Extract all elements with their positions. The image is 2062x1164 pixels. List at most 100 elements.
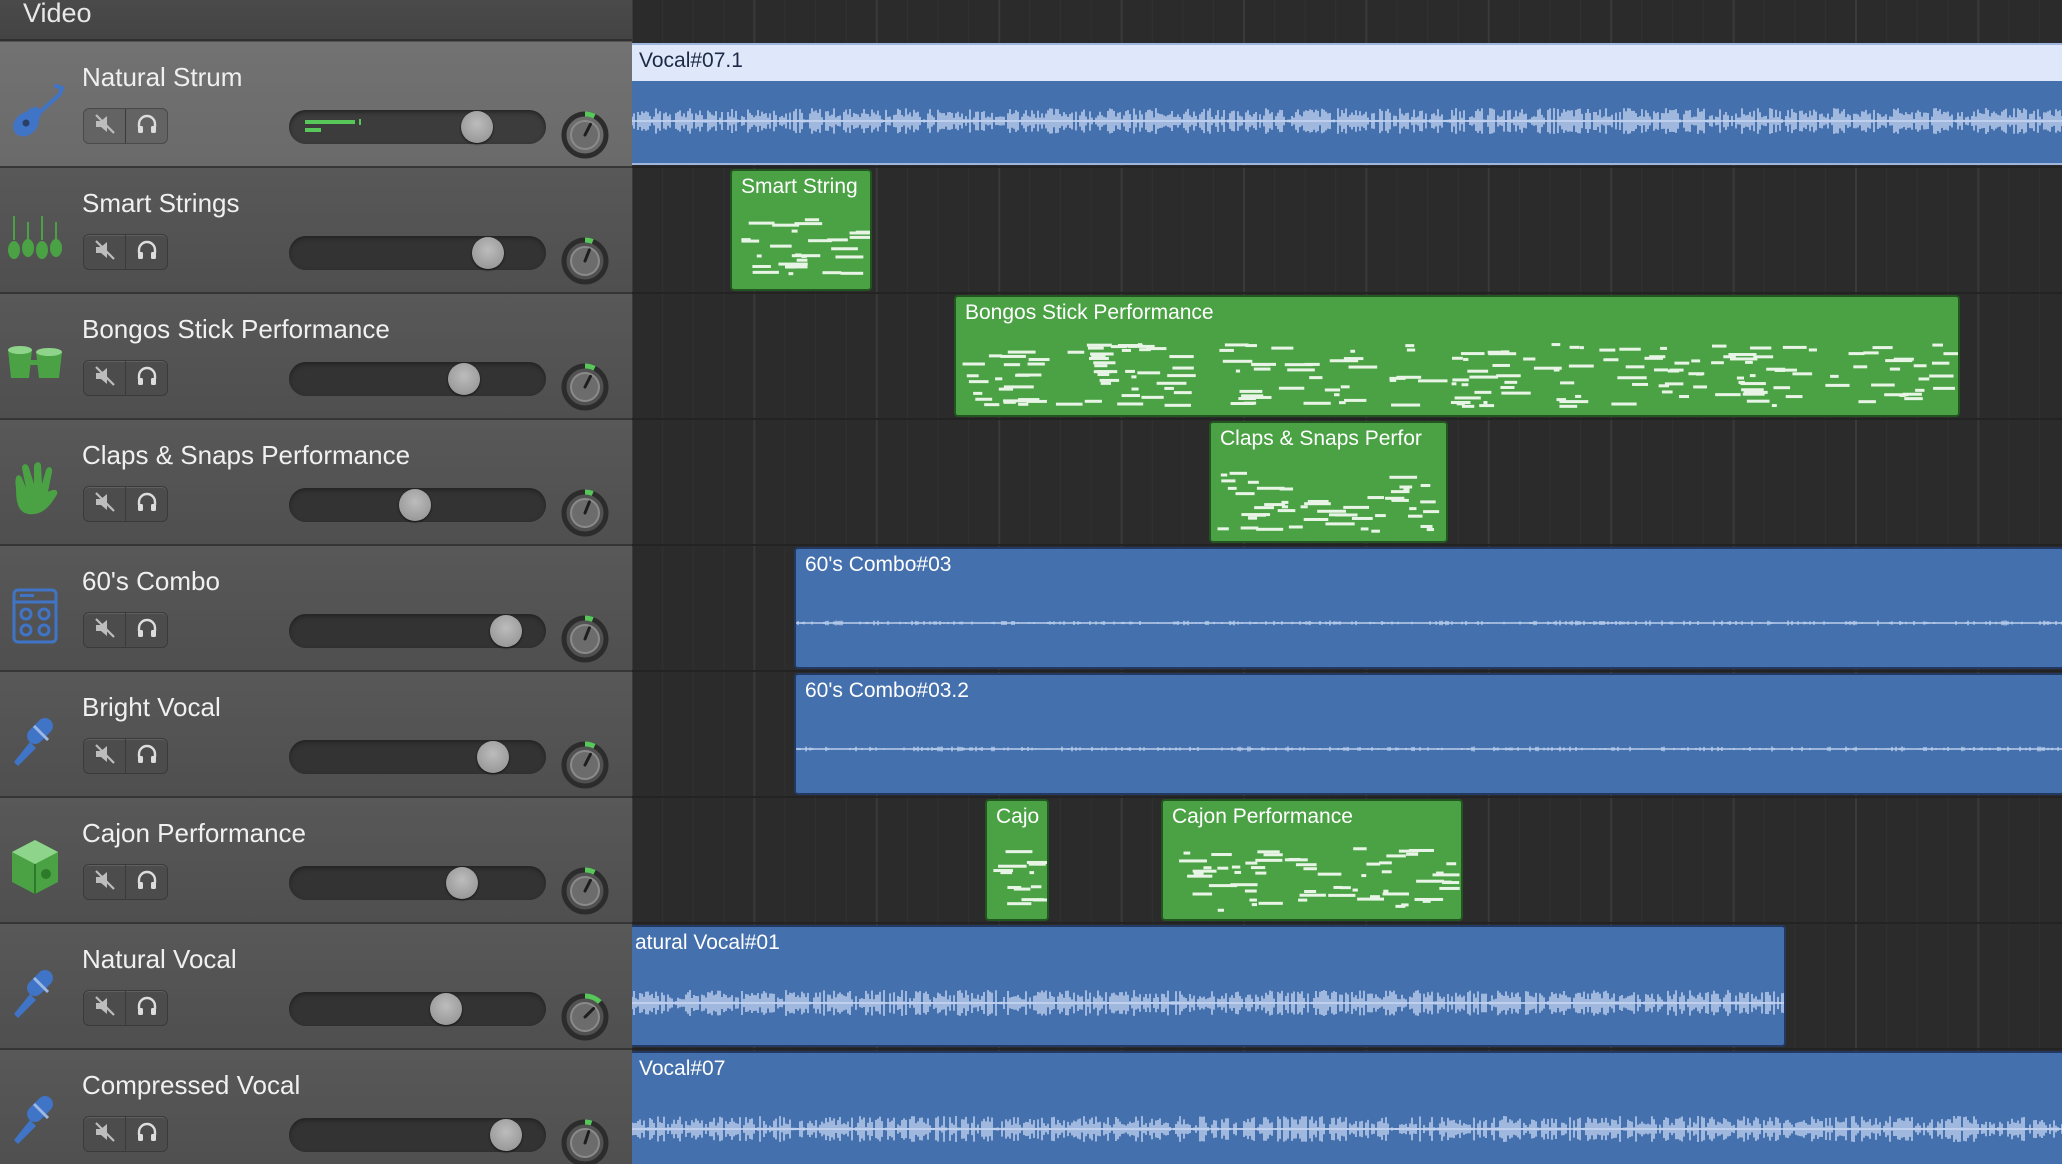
volume-slider[interactable] (289, 362, 546, 396)
solo-button[interactable] (126, 991, 168, 1025)
track-header[interactable]: Bongos Stick Performance (0, 294, 632, 420)
volume-slider[interactable] (289, 110, 546, 144)
mute-button[interactable] (84, 613, 126, 647)
volume-knob[interactable] (489, 1119, 522, 1151)
pan-knob[interactable] (560, 1118, 610, 1164)
solo-button[interactable] (126, 361, 168, 395)
headphones-icon (135, 616, 159, 645)
track-header[interactable]: 60's Combo (0, 546, 632, 672)
speaker-mute-icon (93, 616, 117, 645)
track-header[interactable]: Compressed Vocal (0, 1050, 632, 1164)
track-header[interactable]: Claps & Snaps Performance (0, 420, 632, 546)
video-track-label: Video (23, 0, 92, 28)
headphones-icon (135, 238, 159, 267)
pan-knob[interactable] (560, 488, 610, 538)
volume-knob[interactable] (399, 489, 432, 521)
mute-button[interactable] (84, 739, 126, 773)
mute-solo-group (83, 612, 168, 648)
waveform (796, 746, 2062, 752)
microphone-icon (4, 710, 66, 772)
region-label: Cajo (996, 805, 1040, 828)
mute-button[interactable] (84, 991, 126, 1025)
waveform (632, 990, 1784, 1016)
track-header[interactable]: Natural Vocal (0, 924, 632, 1050)
pan-knob[interactable] (560, 992, 610, 1042)
track-header[interactable]: Cajon Performance (0, 798, 632, 924)
solo-button[interactable] (126, 487, 168, 521)
speaker-mute-icon (93, 742, 117, 771)
volume-knob[interactable] (447, 363, 480, 395)
track-name: Natural Vocal (82, 944, 237, 974)
solo-button[interactable] (126, 1117, 168, 1151)
midi-region[interactable]: Bongos Stick Performance (954, 295, 1960, 417)
mute-button[interactable] (84, 487, 126, 521)
midi-region[interactable]: Cajon Performance (1161, 799, 1463, 921)
volume-slider[interactable] (289, 866, 546, 900)
mute-solo-group (83, 1116, 168, 1152)
audio-region[interactable]: Vocal#07 (632, 1051, 2062, 1164)
audio-region[interactable]: 60's Combo#03.2 (794, 673, 2062, 795)
volume-slider[interactable] (289, 236, 546, 270)
speaker-mute-icon (93, 238, 117, 267)
speaker-mute-icon (93, 364, 117, 393)
audio-region[interactable]: 60's Combo#03 (794, 547, 2062, 669)
clapping-hand-icon (4, 458, 66, 520)
track-name: Smart Strings (82, 188, 240, 218)
audio-region[interactable]: atural Vocal#01 (632, 925, 1786, 1047)
volume-knob[interactable] (476, 741, 509, 773)
audio-region[interactable]: Vocal#07.1 (632, 43, 2062, 165)
video-track-header[interactable]: Video (0, 0, 632, 41)
mute-button[interactable] (84, 361, 126, 395)
track-name: Cajon Performance (82, 818, 306, 848)
volume-slider[interactable] (289, 992, 546, 1026)
midi-region[interactable]: Claps & Snaps Perfor (1209, 421, 1448, 543)
pan-knob[interactable] (560, 110, 610, 160)
volume-slider[interactable] (289, 488, 546, 522)
pan-knob[interactable] (560, 740, 610, 790)
volume-knob[interactable] (445, 867, 478, 899)
track-header[interactable]: Bright Vocal (0, 672, 632, 798)
waveform (632, 108, 2062, 134)
volume-knob[interactable] (461, 111, 494, 143)
waveform (796, 620, 2062, 626)
cajon-box-icon (4, 836, 66, 898)
tracks-timeline-area[interactable]: Vocal#07.1 Smart String Bongos Stick Perfo… (632, 0, 2062, 1164)
waveform (632, 1116, 2062, 1142)
pan-knob[interactable] (560, 614, 610, 664)
amplifier-icon (4, 584, 66, 646)
mute-button[interactable] (84, 109, 126, 143)
mute-solo-group (83, 360, 168, 396)
region-label: Cajon Performance (1172, 805, 1353, 828)
solo-button[interactable] (126, 865, 168, 899)
microphone-icon (4, 962, 66, 1024)
mute-button[interactable] (84, 1117, 126, 1151)
mute-button[interactable] (84, 865, 126, 899)
midi-region[interactable]: Smart String (730, 169, 872, 291)
headphones-icon (135, 364, 159, 393)
volume-knob[interactable] (489, 615, 522, 647)
volume-knob[interactable] (472, 237, 505, 269)
volume-slider[interactable] (289, 740, 546, 774)
track-header[interactable]: Smart Strings (0, 168, 632, 294)
midi-region[interactable]: Cajo (985, 799, 1049, 921)
track-name: Bongos Stick Performance (82, 314, 390, 344)
headphones-icon (135, 868, 159, 897)
solo-button[interactable] (126, 739, 168, 773)
mute-solo-group (83, 738, 168, 774)
track-name: Compressed Vocal (82, 1070, 301, 1100)
solo-button[interactable] (126, 613, 168, 647)
pan-knob[interactable] (560, 362, 610, 412)
solo-button[interactable] (126, 109, 168, 143)
mute-button[interactable] (84, 235, 126, 269)
mute-solo-group (83, 234, 168, 270)
volume-knob[interactable] (430, 993, 463, 1025)
region-label: Vocal#07 (639, 1057, 726, 1080)
string-instruments-icon (4, 206, 66, 268)
volume-slider[interactable] (289, 614, 546, 648)
pan-knob[interactable] (560, 866, 610, 916)
pan-knob[interactable] (560, 236, 610, 286)
track-header[interactable]: Natural Strum (0, 42, 632, 168)
speaker-mute-icon (93, 994, 117, 1023)
solo-button[interactable] (126, 235, 168, 269)
volume-slider[interactable] (289, 1118, 546, 1152)
